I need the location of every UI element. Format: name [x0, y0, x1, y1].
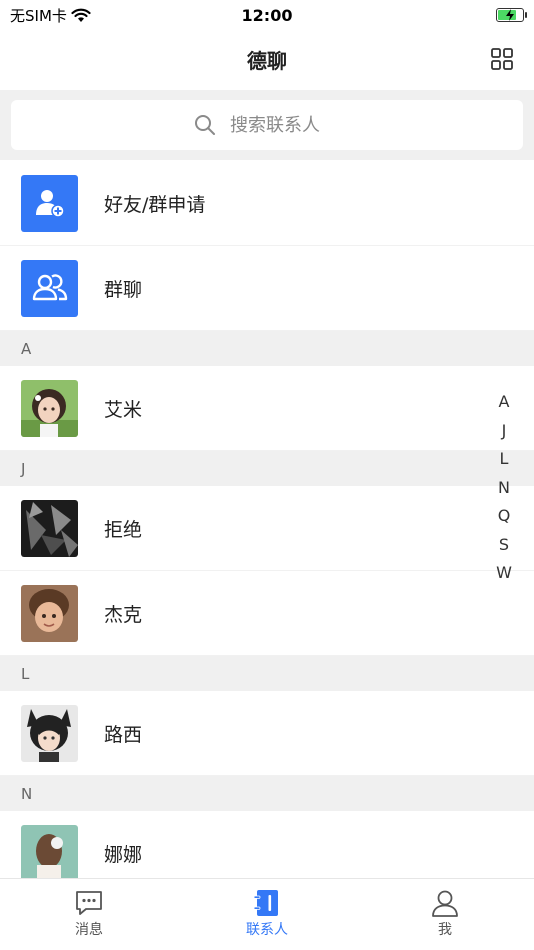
profile-icon: [432, 890, 458, 917]
group-icon: [21, 259, 78, 317]
add-user-icon: [21, 174, 78, 232]
tab-messages[interactable]: 消息: [0, 879, 178, 950]
search-box[interactable]: [11, 100, 523, 150]
status-bar: 无SIM卡 12:00: [0, 0, 534, 30]
index-letter-n[interactable]: N: [498, 474, 510, 503]
contact-row[interactable]: 路西: [0, 691, 534, 776]
tab-label: 消息: [75, 922, 103, 938]
avatar: [21, 824, 78, 878]
wifi-icon: [71, 8, 91, 22]
contact-row[interactable]: 艾米: [0, 366, 534, 451]
tab-bar: 消息 联系人 我: [0, 878, 534, 950]
contacts-list: 好友/群申请 群聊 A 艾米 J 拒绝 杰克 L 路西 N 娜娜: [0, 161, 534, 878]
contact-name: 拒绝: [104, 518, 143, 541]
search-bar: [0, 90, 534, 160]
friend-group-requests-row[interactable]: 好友/群申请: [0, 161, 534, 246]
avatar: [21, 584, 78, 642]
group-chats-row[interactable]: 群聊: [0, 246, 534, 331]
index-letter-j[interactable]: J: [502, 417, 507, 446]
tab-contacts[interactable]: 联系人: [178, 879, 356, 950]
contact-name: 杰克: [104, 603, 143, 626]
search-input[interactable]: [230, 114, 340, 136]
nav-bar: 德聊: [0, 30, 534, 88]
row-label: 群聊: [104, 278, 143, 301]
section-header-j: J: [0, 451, 534, 486]
tab-label: 我: [438, 922, 452, 938]
index-letter-a[interactable]: A: [499, 388, 510, 417]
battery-icon: [496, 8, 527, 22]
contact-row[interactable]: 拒绝: [0, 486, 534, 571]
contact-name: 艾米: [104, 398, 143, 421]
page-title: 德聊: [247, 48, 287, 73]
section-header-n: N: [0, 776, 534, 811]
contact-row[interactable]: 娜娜: [0, 811, 534, 878]
tab-label: 联系人: [246, 922, 288, 938]
row-label: 好友/群申请: [104, 193, 206, 216]
search-icon: [195, 115, 215, 135]
section-header-a: A: [0, 331, 534, 366]
grid-menu-icon[interactable]: [490, 47, 514, 71]
index-letter-l[interactable]: L: [500, 445, 509, 474]
index-letter-w[interactable]: W: [496, 559, 512, 588]
contacts-icon: [253, 890, 278, 916]
tab-profile[interactable]: 我: [356, 879, 534, 950]
avatar: [21, 379, 78, 437]
carrier-info: 无SIM卡: [10, 5, 91, 26]
contact-name: 路西: [104, 723, 143, 746]
contact-row[interactable]: 杰克: [0, 571, 534, 656]
message-icon: [76, 891, 102, 915]
contact-name: 娜娜: [104, 843, 143, 866]
avatar: [21, 704, 78, 762]
index-letter-q[interactable]: Q: [498, 502, 511, 531]
alphabet-index: A J L N Q S W: [494, 388, 514, 588]
avatar: [21, 499, 78, 557]
index-letter-s[interactable]: S: [499, 531, 509, 560]
carrier-label: 无SIM卡: [10, 6, 67, 25]
section-header-l: L: [0, 656, 534, 691]
